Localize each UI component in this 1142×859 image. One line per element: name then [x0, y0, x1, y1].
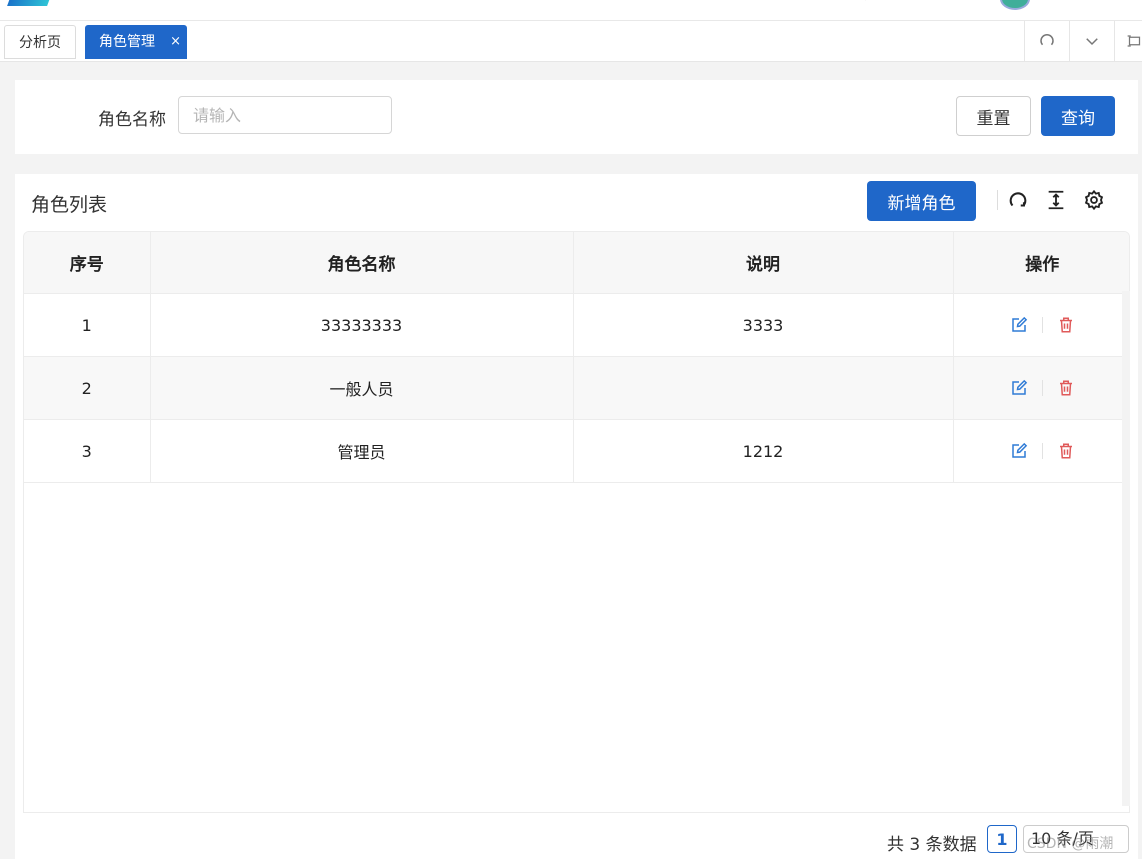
page-1-button[interactable]: 1 — [987, 825, 1017, 853]
action-divider — [1041, 443, 1043, 459]
column-header-name: 角色名称 — [150, 232, 574, 294]
column-header-actions: 操作 — [953, 232, 1129, 294]
reset-button[interactable]: 重置 — [956, 96, 1031, 136]
role-table: 序号 角色名称 说明 操作 1 33333333 3333 2 一般人员 3 管… — [23, 231, 1130, 813]
density-button[interactable] — [1043, 187, 1069, 213]
add-role-button[interactable]: 新增角色 — [867, 181, 976, 221]
avatar[interactable] — [1000, 0, 1030, 10]
action-divider — [1041, 317, 1043, 333]
cell-actions — [953, 356, 1129, 420]
cell-desc: 1212 — [573, 419, 954, 483]
chevron-down-icon — [1086, 38, 1098, 46]
edit-icon[interactable] — [1010, 442, 1028, 460]
tab-refresh-button[interactable] — [1024, 21, 1069, 61]
toolbar-divider — [997, 190, 998, 210]
refresh-icon — [1040, 34, 1054, 46]
query-button[interactable]: 查询 — [1041, 96, 1115, 136]
column-header-desc: 说明 — [573, 232, 954, 294]
tab-fullscreen-button[interactable] — [1114, 21, 1142, 61]
cell-name: 33333333 — [150, 293, 574, 357]
refresh-icon — [1009, 192, 1027, 207]
edit-icon[interactable] — [1010, 316, 1028, 334]
watermark: CSDN @雨潮 — [1027, 836, 1114, 852]
header-tool-icon[interactable] — [864, 0, 875, 4]
cell-desc — [573, 356, 954, 420]
cell-actions — [953, 419, 1129, 483]
action-divider — [1041, 380, 1043, 396]
role-name-input[interactable] — [178, 96, 392, 134]
edit-icon[interactable] — [1010, 379, 1028, 397]
role-list-card: 角色列表 新增角色 序号 角色名称 说明 操作 1 33333333 3333 … — [15, 174, 1138, 859]
tab-label: 角色管理 — [99, 34, 155, 50]
cell-index: 2 — [24, 356, 151, 420]
role-name-label: 角色名称 — [98, 110, 166, 130]
tab-bar: 分析页 角色管理 × — [0, 21, 1142, 62]
refresh-button[interactable] — [1005, 187, 1031, 213]
table-row: 3 管理员 1212 — [24, 419, 1129, 483]
settings-button[interactable] — [1081, 187, 1107, 213]
total-count: 共 3 条数据 — [887, 835, 977, 855]
tab-analysis[interactable]: 分析页 — [4, 25, 76, 59]
cell-desc: 3333 — [573, 293, 954, 357]
tab-role-management[interactable]: 角色管理 × — [85, 25, 187, 59]
delete-icon[interactable] — [1057, 316, 1075, 334]
card-title: 角色列表 — [31, 194, 108, 216]
cell-index: 3 — [24, 419, 151, 483]
table-row: 2 一般人员 — [24, 356, 1129, 420]
delete-icon[interactable] — [1057, 379, 1075, 397]
cell-index: 1 — [24, 293, 151, 357]
cell-actions — [953, 293, 1129, 357]
table-scrollbar[interactable] — [1122, 291, 1130, 806]
search-form: 角色名称 重置 查询 — [15, 80, 1138, 154]
cell-name: 管理员 — [150, 419, 574, 483]
app-logo — [7, 0, 53, 6]
cell-name: 一般人员 — [150, 356, 574, 420]
settings-icon — [1084, 189, 1104, 211]
pagination: 共 3 条数据 1 10 条/页 CSDN @雨潮 — [15, 822, 1138, 858]
column-header-index: 序号 — [24, 232, 151, 294]
table-row: 1 33333333 3333 — [24, 293, 1129, 357]
close-icon[interactable]: × — [170, 25, 181, 59]
column-height-icon — [1048, 190, 1064, 210]
delete-icon[interactable] — [1057, 442, 1075, 460]
top-header — [0, 0, 1142, 21]
tab-dropdown-button[interactable] — [1069, 21, 1114, 61]
table-header-row: 序号 角色名称 说明 操作 — [24, 232, 1129, 294]
fullscreen-icon — [1127, 35, 1141, 47]
